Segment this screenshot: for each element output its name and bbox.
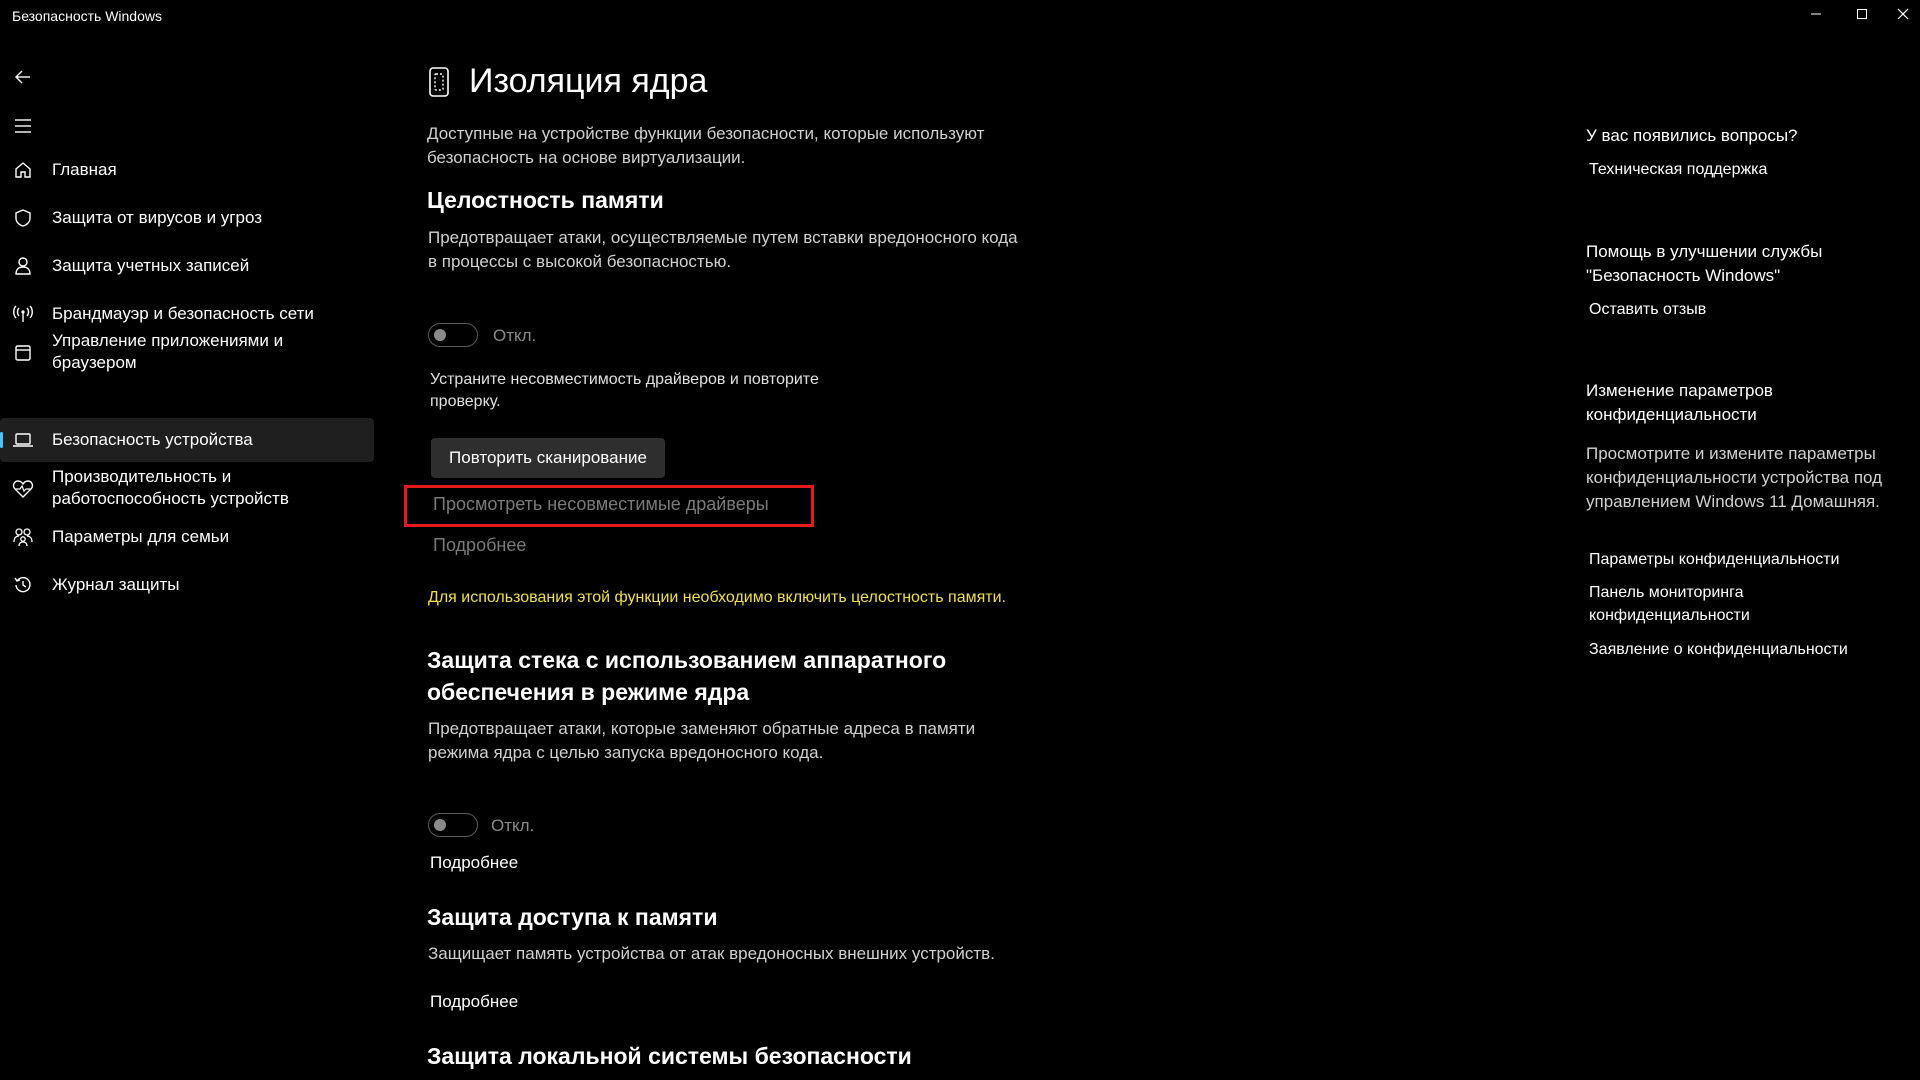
core-isolation-icon bbox=[429, 66, 449, 97]
memory-access-learn-more-link[interactable]: Подробнее bbox=[430, 992, 518, 1012]
rescan-button[interactable]: Повторить сканирование bbox=[431, 438, 665, 478]
app-window-icon bbox=[12, 342, 34, 364]
sidebar-item-device-security[interactable]: Безопасность устройства bbox=[0, 418, 374, 462]
stack-protection-learn-more-link[interactable]: Подробнее bbox=[430, 853, 518, 873]
view-incompatible-drivers-link[interactable]: Просмотреть несовместимые драйверы bbox=[433, 494, 769, 515]
back-button[interactable] bbox=[8, 62, 38, 92]
questions-heading: У вас появились вопросы? bbox=[1586, 126, 1798, 145]
sidebar-item-label: Защита от вирусов и угроз bbox=[52, 208, 263, 227]
laptop-icon bbox=[12, 429, 34, 451]
main-content: Изоляция ядра Доступные на устройстве фу… bbox=[404, 0, 1527, 1080]
improve-heading: Помощь в улучшении службы "Безопасность … bbox=[1586, 242, 1823, 285]
active-indicator bbox=[0, 432, 3, 448]
history-icon bbox=[12, 574, 34, 596]
sidebar-item-virus-protection[interactable]: Защита от вирусов и угроз bbox=[0, 196, 374, 240]
heart-pulse-icon bbox=[12, 478, 34, 500]
feedback-link[interactable]: Оставить отзыв bbox=[1589, 298, 1706, 321]
sidebar-item-label: Управление приложениями и браузером bbox=[52, 331, 284, 372]
page-title: Изоляция ядра bbox=[469, 62, 708, 100]
wifi-antenna-icon bbox=[12, 303, 34, 325]
menu-button[interactable] bbox=[8, 111, 38, 141]
person-icon bbox=[12, 255, 34, 277]
driver-incompatibility-text: Устраните несовместимость драйверов и по… bbox=[430, 371, 819, 410]
window-title: Безопасность Windows bbox=[12, 8, 162, 24]
memory-integrity-toggle-label: Откл. bbox=[493, 326, 537, 345]
warning-text: Для использования этой функции необходим… bbox=[428, 589, 1006, 606]
memory-integrity-learn-more-link[interactable]: Подробнее bbox=[433, 535, 526, 556]
stack-protection-heading: Защита стека с использованием аппаратног… bbox=[427, 647, 947, 705]
shield-icon bbox=[12, 207, 34, 229]
sidebar-item-protection-history[interactable]: Журнал защиты bbox=[0, 563, 374, 607]
memory-integrity-heading: Целостность памяти bbox=[427, 187, 664, 213]
back-arrow-icon bbox=[15, 70, 30, 84]
memory-integrity-toggle[interactable] bbox=[428, 323, 478, 347]
privacy-description: Просмотрите и измените параметры конфиде… bbox=[1586, 444, 1883, 511]
memory-access-description: Защищает память устройства от атак вредо… bbox=[428, 944, 995, 963]
toggle-knob bbox=[434, 819, 446, 831]
sidebar-item-label: Безопасность устройства bbox=[52, 430, 253, 449]
toggle-knob bbox=[434, 329, 446, 341]
sidebar-item-label: Главная bbox=[52, 160, 117, 179]
sidebar-item-app-browser-control[interactable]: Управление приложениями и браузером bbox=[0, 330, 374, 394]
sidebar: Главная Защита от вирусов и угроз Защита… bbox=[0, 40, 376, 1080]
memory-integrity-description: Предотвращает атаки, осуществляемые путе… bbox=[428, 228, 1018, 271]
sidebar-item-account-protection[interactable]: Защита учетных записей bbox=[0, 244, 374, 288]
right-panel: У вас появились вопросы? Техническая под… bbox=[1586, 0, 1906, 1080]
hamburger-icon bbox=[15, 119, 31, 133]
support-link[interactable]: Техническая поддержка bbox=[1589, 158, 1767, 181]
home-icon bbox=[12, 159, 34, 181]
family-icon bbox=[12, 526, 34, 548]
privacy-heading: Изменение параметров конфиденциальности bbox=[1586, 381, 1773, 424]
page-description: Доступные на устройстве функции безопасн… bbox=[427, 124, 985, 167]
page-header: Изоляция ядра bbox=[427, 62, 707, 101]
stack-protection-toggle[interactable] bbox=[428, 813, 478, 837]
sidebar-item-label: Параметры для семьи bbox=[52, 527, 230, 546]
stack-protection-toggle-label: Откл. bbox=[491, 816, 535, 835]
memory-access-heading: Защита доступа к памяти bbox=[427, 904, 718, 930]
sidebar-item-label: Защита учетных записей bbox=[52, 256, 250, 275]
sidebar-item-label: Брандмауэр и безопасность сети bbox=[52, 304, 314, 323]
sidebar-item-device-performance[interactable]: Производительность и работоспособность у… bbox=[0, 466, 374, 514]
stack-protection-description: Предотвращает атаки, которые заменяют об… bbox=[428, 719, 976, 762]
privacy-settings-link[interactable]: Параметры конфиденциальности bbox=[1589, 548, 1879, 571]
privacy-statement-link[interactable]: Заявление о конфиденциальности bbox=[1589, 638, 1889, 661]
privacy-dashboard-link[interactable]: Панель мониторинга конфиденциальности bbox=[1589, 581, 1789, 627]
sidebar-item-label: Производительность и работоспособность у… bbox=[52, 467, 289, 508]
sidebar-item-label: Журнал защиты bbox=[52, 575, 180, 594]
lsa-protection-heading: Защита локальной системы безопасности bbox=[427, 1043, 912, 1069]
sidebar-item-home[interactable]: Главная bbox=[0, 148, 374, 192]
sidebar-item-family-options[interactable]: Параметры для семьи bbox=[0, 515, 374, 559]
